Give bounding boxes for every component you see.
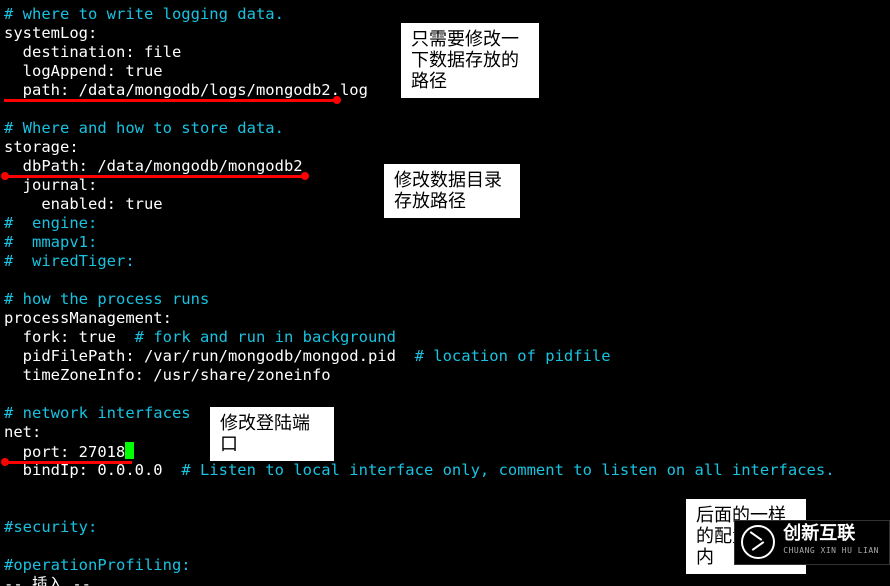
watermark-text-cn: 创新互联 [783, 525, 879, 541]
comment-text: # Where and how to store data. [4, 119, 284, 137]
highlight-dot-icon [333, 96, 341, 104]
code-line[interactable]: processManagement: [4, 309, 835, 328]
comment-text: # where to write logging data. [4, 5, 284, 23]
comment-text: # how the process runs [4, 290, 209, 308]
code-text: port: 27018 [4, 443, 125, 461]
code-text: net: [4, 423, 41, 441]
comment-text: # location of pidfile [415, 347, 611, 365]
code-line[interactable]: pidFilePath: /var/run/mongodb/mongod.pid… [4, 347, 835, 366]
code-line[interactable]: storage: [4, 138, 835, 157]
code-line[interactable] [4, 385, 835, 404]
code-text: pidFilePath: /var/run/mongodb/mongod.pid [4, 347, 415, 365]
comment-text: # fork and run in background [135, 328, 396, 346]
comment-text: # mmapv1: [4, 233, 97, 251]
code-text: journal: [4, 176, 97, 194]
code-line[interactable]: fork: true # fork and run in background [4, 328, 835, 347]
code-line[interactable]: # how the process runs [4, 290, 835, 309]
code-text: destination: file [4, 43, 181, 61]
code-line[interactable]: timeZoneInfo: /usr/share/zoneinfo [4, 366, 835, 385]
watermark-text-en: CHUANG XIN HU LIAN [783, 541, 879, 560]
code-text: logAppend: true [4, 62, 163, 80]
highlight-dot-icon [1, 172, 9, 180]
comment-text: # wiredTiger: [4, 252, 135, 270]
code-line[interactable] [4, 480, 835, 499]
comment-text: # Listen to local interface only, commen… [181, 461, 834, 479]
code-text: systemLog: [4, 24, 97, 42]
code-text: dbPath: /data/mongodb/mongodb2 [4, 157, 303, 175]
code-line[interactable] [4, 100, 835, 119]
code-text: processManagement: [4, 309, 172, 327]
highlight-dot-icon [301, 172, 309, 180]
comment-text: # network interfaces [4, 404, 191, 422]
code-line[interactable]: # wiredTiger: [4, 252, 835, 271]
code-line[interactable]: # network interfaces [4, 404, 835, 423]
code-line[interactable]: # Where and how to store data. [4, 119, 835, 138]
comment-text: #operationProfiling: [4, 556, 191, 574]
code-text: -- 插入 -- [4, 575, 91, 586]
annotation-callout: 修改数据目录存放路径 [383, 163, 521, 219]
comment-text: #security: [4, 518, 97, 536]
code-line[interactable]: port: 27018 [4, 442, 835, 461]
watermark-logo-icon [741, 525, 775, 559]
code-text: timeZoneInfo: /usr/share/zoneinfo [4, 366, 331, 384]
annotation-callout: 修改登陆端口 [209, 406, 335, 462]
code-text: enabled: true [4, 195, 163, 213]
code-text: storage: [4, 138, 79, 156]
code-line[interactable]: -- 插入 -- [4, 575, 835, 586]
highlight-underline [4, 175, 308, 178]
code-text: fork: true [4, 328, 135, 346]
code-line[interactable]: # mmapv1: [4, 233, 835, 252]
code-line[interactable] [4, 271, 835, 290]
highlight-dot-icon [1, 458, 9, 466]
code-text: path: /data/mongodb/logs/mongodb2.log [4, 81, 368, 99]
code-line[interactable]: net: [4, 423, 835, 442]
text-cursor [125, 442, 134, 459]
highlight-underline [4, 99, 340, 102]
highlight-underline [4, 461, 132, 464]
watermark: 创新互联 CHUANG XIN HU LIAN [734, 520, 890, 564]
annotation-callout: 只需要修改一下数据存放的路径 [400, 22, 540, 99]
comment-text: # engine: [4, 214, 97, 232]
